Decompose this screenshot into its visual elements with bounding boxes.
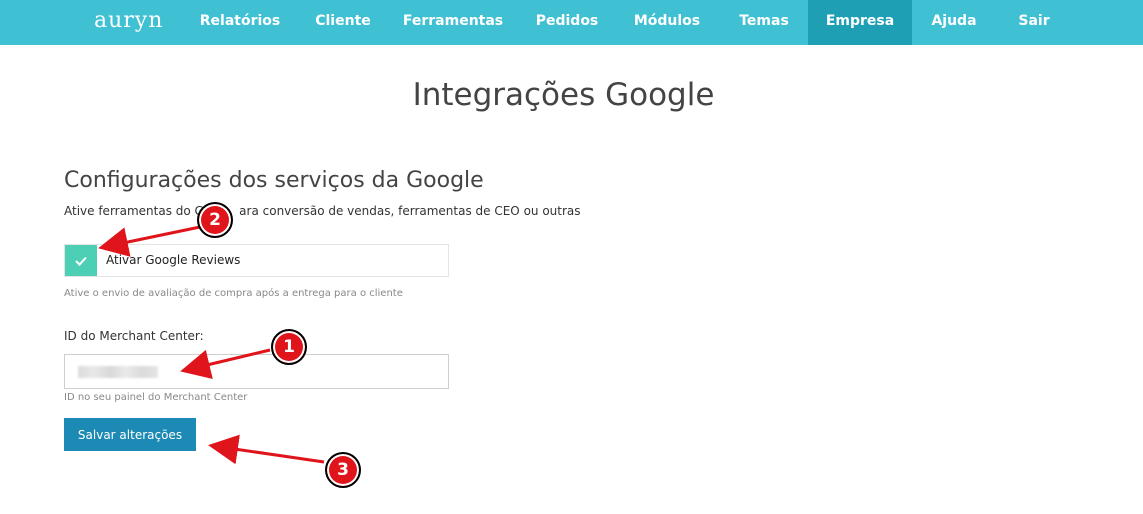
blurred-merchant-id: [78, 366, 158, 378]
annotation-badge-2: 2: [197, 202, 233, 238]
nav-item-pedidos[interactable]: Pedidos: [524, 0, 610, 45]
section-description-start: Ative ferramentas do Go: [64, 204, 212, 218]
nav-item-cliente[interactable]: Cliente: [301, 0, 385, 45]
nav-item-ajuda[interactable]: Ajuda: [920, 0, 988, 45]
merchant-id-label: ID do Merchant Center:: [64, 329, 204, 343]
merchant-help-text: ID no seu painel do Merchant Center: [64, 392, 248, 403]
logo[interactable]: auryn: [94, 8, 163, 33]
nav-item-empresa[interactable]: Empresa: [808, 0, 912, 45]
check-icon: [75, 256, 87, 266]
nav-item-temas[interactable]: Temas: [724, 0, 804, 45]
section-title: Configurações dos serviços da Google: [64, 168, 484, 193]
section-description: Ative ferramentas do Go ara conversão de …: [64, 204, 581, 218]
toggle-checkbox[interactable]: [65, 245, 97, 276]
save-button[interactable]: Salvar alterações: [64, 418, 196, 451]
annotation-badge-3: 3: [325, 452, 361, 488]
annotation-badge-1: 1: [271, 329, 307, 365]
section-description-end: ara conversão de vendas, ferramentas de …: [239, 204, 581, 218]
nav-item-modulos[interactable]: Módulos: [626, 0, 708, 45]
reviews-help-text: Ative o envio de avaliação de compra apó…: [64, 288, 403, 299]
toggle-label: Ativar Google Reviews: [106, 253, 241, 267]
page-title: Integrações Google: [412, 77, 715, 113]
google-reviews-toggle[interactable]: Ativar Google Reviews: [64, 244, 449, 277]
top-navbar: auryn Relatórios Cliente Ferramentas Ped…: [0, 0, 1143, 45]
nav-item-relatorios[interactable]: Relatórios: [193, 0, 287, 45]
nav-item-sair[interactable]: Sair: [1006, 0, 1062, 45]
nav-item-ferramentas[interactable]: Ferramentas: [398, 0, 508, 45]
arrow-3: [208, 434, 325, 465]
